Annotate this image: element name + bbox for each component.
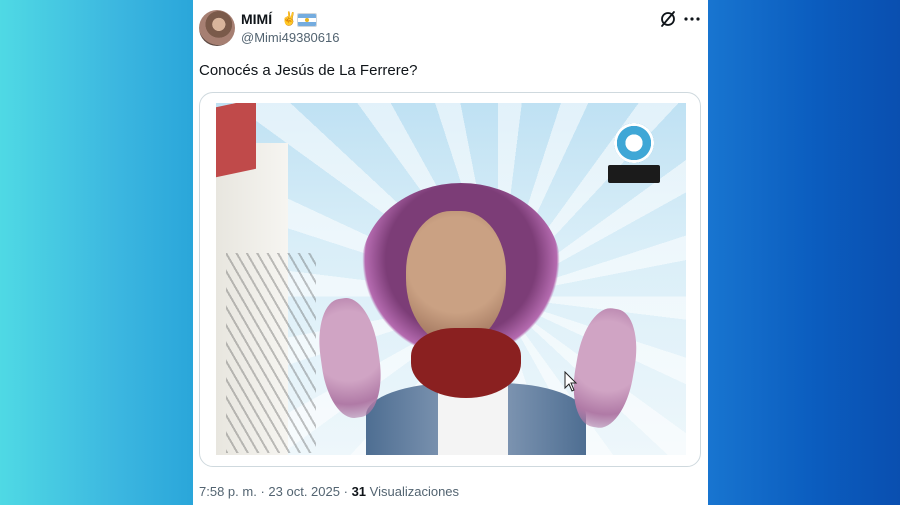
victory-hand-emoji-icon: ✌ (281, 11, 298, 26)
red-awning (216, 103, 256, 178)
views-count: 31 (351, 484, 367, 499)
tv-logo-bar (608, 165, 660, 183)
tweet-media[interactable] (199, 92, 701, 467)
user-handle[interactable]: @Mimi49380616 (241, 30, 339, 45)
tv-publica-logo-icon (614, 123, 654, 163)
display-name[interactable]: MIMÍ (241, 11, 272, 27)
avatar[interactable] (199, 10, 235, 46)
face (406, 211, 506, 346)
meta-separator: · (260, 484, 265, 499)
red-scarf (411, 328, 521, 398)
right-background (708, 0, 900, 505)
left-background (0, 0, 193, 505)
mouse-cursor-icon (564, 371, 578, 392)
tweet-meta: 7:58 p. m. · 23 oct. 2025 · 31 Visualiza… (199, 484, 459, 499)
argentina-flag-icon (297, 13, 317, 27)
more-dots-icon[interactable] (683, 10, 701, 28)
tree-branches (226, 253, 316, 453)
media-image[interactable] (216, 103, 686, 455)
grok-icon[interactable] (659, 10, 677, 28)
tweet-card: MIMÍ ✌ @Mimi49380616 Conocés a Jesús de … (193, 0, 708, 505)
meta-separator: · (343, 484, 348, 499)
tweet-text: Conocés a Jesús de La Ferrere? (199, 62, 418, 79)
tweet-time[interactable]: 7:58 p. m. (199, 484, 257, 499)
tweet-date[interactable]: 23 oct. 2025 (268, 484, 340, 499)
views-label: Visualizaciones (369, 484, 460, 499)
